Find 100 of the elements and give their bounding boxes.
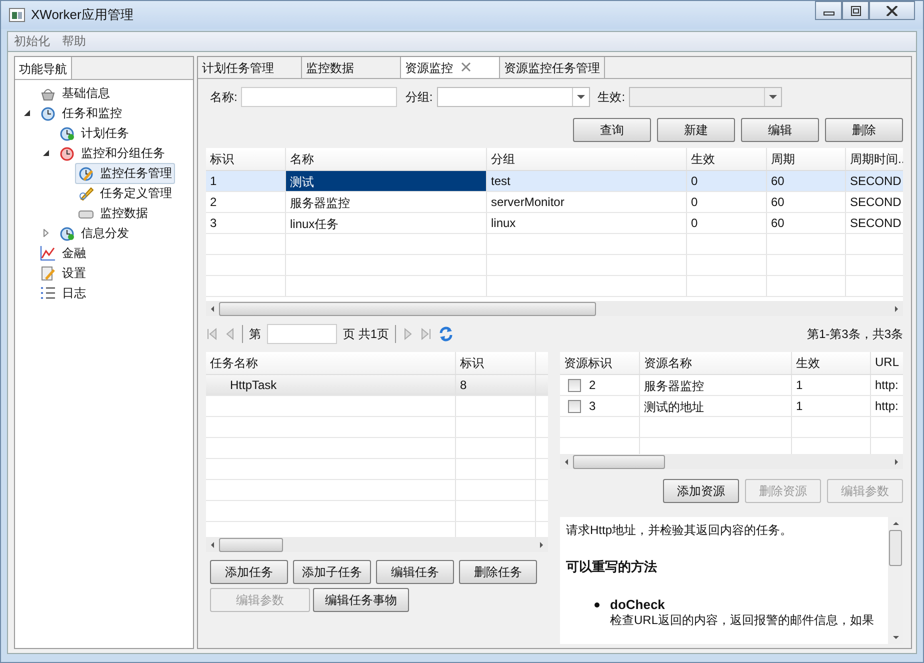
clock-icon: [59, 225, 75, 241]
action-button[interactable]: 查询: [573, 118, 651, 142]
column-header[interactable]: 标识: [206, 148, 286, 170]
tab[interactable]: 资源监控: [401, 57, 500, 78]
table-cell-text: SECOND: [849, 194, 902, 211]
checkbox[interactable]: [568, 379, 581, 392]
column-header[interactable]: 分组: [487, 148, 687, 170]
column-header[interactable]: 周期: [767, 148, 846, 170]
name-label: 名称:: [210, 88, 238, 106]
tab[interactable]: 资源监控任务管理: [500, 57, 605, 78]
pencil-icon: [78, 185, 94, 201]
action-button[interactable]: 编辑: [741, 118, 819, 142]
table-row[interactable]: HttpTask 8: [206, 375, 548, 396]
first-page-icon[interactable]: [206, 328, 218, 340]
tree-item[interactable]: 监控和分组任务: [56, 142, 168, 164]
name-field[interactable]: [241, 87, 398, 107]
menu-item[interactable]: 初始化: [14, 33, 50, 50]
tree-item[interactable]: 金融: [37, 242, 89, 264]
group-label: 分组:: [405, 88, 433, 106]
tree-item[interactable]: 基础信息: [37, 82, 113, 104]
table-row[interactable]: 2 服务器监控 serverMonitor 0 60 SECOND: [206, 192, 903, 213]
chart-icon: [40, 245, 56, 261]
record-summary: 第1-第3条，共3条: [806, 326, 903, 342]
alarm-clock-icon: [59, 145, 75, 161]
expanded-arrow-icon[interactable]: [23, 109, 31, 117]
action-button[interactable]: 新建: [657, 118, 735, 142]
maximize-button[interactable]: [842, 1, 869, 20]
method-description: 检查URL返回的内容，返回报警的邮件信息，如果: [609, 612, 876, 627]
column-header[interactable]: 任务名称: [206, 352, 456, 374]
page-field[interactable]: [267, 324, 337, 344]
task-button[interactable]: 编辑任务: [376, 560, 454, 584]
table-cell-text: http:: [874, 377, 900, 394]
table-cell: 测试的地址: [640, 396, 792, 416]
previous-page-icon[interactable]: [224, 328, 236, 340]
action-button[interactable]: 删除: [825, 118, 903, 142]
table-cell: 2: [589, 378, 596, 392]
column-header[interactable]: 资源名称: [640, 352, 792, 374]
horizontal-scrollbar[interactable]: [560, 454, 903, 469]
section-heading: 可以重写的方法: [566, 559, 658, 575]
tree-item[interactable]: 设置: [37, 262, 89, 284]
tree-item[interactable]: 计划任务: [56, 122, 132, 144]
task-button[interactable]: 编辑任务事物: [313, 588, 409, 612]
tree-item[interactable]: 监控任务管理: [75, 162, 175, 184]
table-row[interactable]: 1 测试 test 0 60 SECOND: [206, 171, 903, 192]
task-button[interactable]: 添加任务: [210, 560, 288, 584]
app-icon: [9, 8, 25, 22]
menu-item[interactable]: 帮助: [62, 33, 86, 50]
clock-icon: [40, 105, 56, 121]
column-header[interactable]: 标识: [456, 352, 536, 374]
table-cell: 1: [792, 375, 871, 395]
table-cell: test: [487, 171, 687, 191]
table-cell: 服务器监控: [286, 192, 487, 212]
table-cell: 测试: [286, 171, 487, 191]
close-button[interactable]: [869, 1, 915, 20]
tree-item[interactable]: 日志: [37, 282, 89, 304]
table-cell: 0: [687, 213, 767, 233]
tree-item[interactable]: 监控数据: [75, 202, 151, 224]
horizontal-scrollbar[interactable]: [206, 537, 548, 552]
table-cell: 60: [767, 213, 846, 233]
task-button[interactable]: 删除任务: [459, 560, 537, 584]
checkbox[interactable]: [568, 400, 581, 413]
table-cell: 2: [206, 192, 286, 212]
active-dropdown[interactable]: [629, 87, 782, 107]
column-header[interactable]: 生效: [687, 148, 767, 170]
task-button[interactable]: 添加子任务: [293, 560, 371, 584]
page-label: 第: [249, 326, 261, 342]
table-cell: 3: [206, 213, 286, 233]
maximize-icon: [850, 6, 862, 16]
tree-item[interactable]: 任务定义管理: [75, 182, 175, 204]
table-cell: 3: [589, 399, 596, 413]
refresh-icon[interactable]: [438, 326, 454, 342]
table-cell: 0: [687, 171, 767, 191]
tree-item[interactable]: 信息分发: [56, 222, 132, 244]
table-cell-text: http:: [874, 398, 900, 415]
column-header[interactable]: URL: [871, 352, 903, 374]
navigation-tab[interactable]: 功能导航: [15, 57, 72, 79]
tree-item[interactable]: 任务和监控: [37, 102, 125, 124]
next-page-icon[interactable]: [402, 328, 414, 340]
close-icon: [886, 6, 898, 16]
horizontal-scrollbar[interactable]: [206, 301, 903, 316]
table-row[interactable]: 3 linux任务 linux 0 60 SECOND: [206, 213, 903, 234]
column-header[interactable]: 资源标识: [560, 352, 640, 374]
caret-icon: [576, 94, 585, 100]
collapsed-arrow-icon[interactable]: [42, 229, 50, 237]
column-header[interactable]: 生效: [792, 352, 871, 374]
method-name: doCheck: [610, 596, 665, 613]
group-dropdown[interactable]: [436, 87, 590, 107]
table-cell: linux任务: [286, 213, 487, 233]
minimize-button[interactable]: [815, 1, 842, 20]
last-page-icon[interactable]: [420, 328, 432, 340]
table-cell: 0: [687, 192, 767, 212]
resource-button[interactable]: 添加资源: [663, 479, 739, 503]
table-cell-text: SECOND: [849, 173, 902, 190]
table-cell: 60: [767, 171, 846, 191]
active-label: 生效:: [598, 88, 626, 106]
clock-icon: [59, 125, 75, 141]
close-icon[interactable]: [461, 62, 471, 72]
expanded-arrow-icon[interactable]: [42, 149, 50, 157]
column-header[interactable]: 名称: [286, 148, 487, 170]
tab[interactable]: 计划任务管理: [198, 57, 302, 78]
